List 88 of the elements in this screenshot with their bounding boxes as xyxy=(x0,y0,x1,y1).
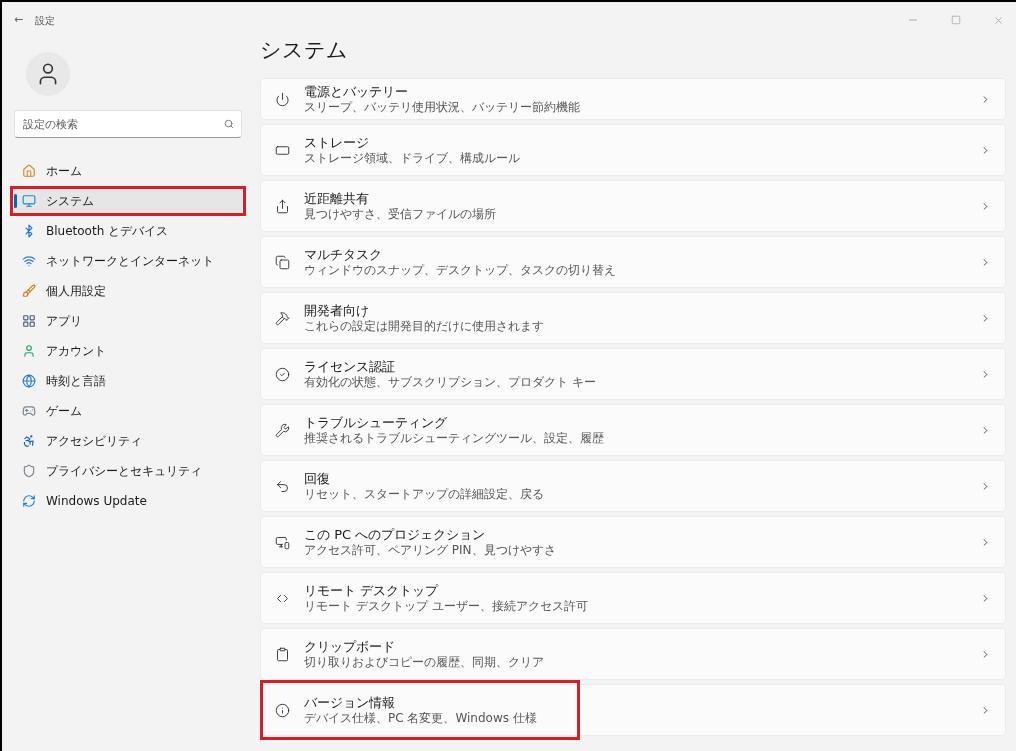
sidebar-label: 個人用設定 xyxy=(46,283,106,300)
sidebar-label: Windows Update xyxy=(46,493,147,510)
page-title: システム xyxy=(260,38,349,64)
tools-icon xyxy=(275,310,290,326)
sidebar-label: アプリ xyxy=(46,313,82,330)
sidebar-label: アクセシビリティ xyxy=(46,433,142,450)
sidebar-item[interactable]: アプリ xyxy=(14,308,242,334)
search-icon xyxy=(224,119,234,129)
sidebar-label: アカウント xyxy=(46,343,106,360)
setting-title: この PC へのプロジェクション xyxy=(304,526,487,543)
recovery-icon xyxy=(275,478,290,494)
sidebar-item[interactable]: 個人用設定 xyxy=(14,278,242,304)
sidebar-label: Bluetooth とデバイス xyxy=(46,223,169,240)
setting-title: 開発者向け xyxy=(304,302,370,319)
sidebar-label: プライバシーとセキュリティ xyxy=(46,463,202,480)
setting-title: クリップボード xyxy=(304,638,396,655)
settings-card[interactable]: 近距離共有 見つけやすさ、受信ファイルの場所 xyxy=(260,180,1006,232)
sidebar-label: ゲーム xyxy=(46,403,82,420)
globe-icon xyxy=(22,374,36,388)
shield-icon xyxy=(22,464,36,478)
projection-icon xyxy=(275,534,290,550)
power-icon xyxy=(275,91,290,107)
setting-title: マルチタスク xyxy=(304,246,383,263)
brush-icon xyxy=(22,284,36,298)
settings-card[interactable]: この PC へのプロジェクション アクセス許可、ペアリング PIN、見つけやすさ xyxy=(260,516,1006,568)
sidebar-item[interactable]: ネットワークとインターネット xyxy=(14,248,242,274)
settings-card[interactable]: トラブルシューティング 推奨されるトラブルシューティングツール、設定、履歴 xyxy=(260,404,1006,456)
setting-description: デバイス仕様、PC 名変更、Windows 仕様 xyxy=(304,710,538,726)
sidebar-label: 時刻と言語 xyxy=(46,373,106,390)
setting-description: 有効化の状態、サブスクリプション、プロダクト キー xyxy=(304,374,597,390)
sidebar-item[interactable]: 時刻と言語 xyxy=(14,368,242,394)
home-icon xyxy=(22,164,36,178)
wifi-icon xyxy=(22,254,36,268)
selection-bar xyxy=(14,194,17,208)
setting-description: リモート デスクトップ ユーザー、接続アクセス許可 xyxy=(304,598,589,614)
check-circle-icon xyxy=(275,366,290,382)
windows-icon xyxy=(275,254,290,270)
setting-description: スリープ、バッテリ使用状況、バッテリー節約機能 xyxy=(304,99,581,115)
setting-description: ウィンドウのスナップ、デスクトップ、タスクの切り替え xyxy=(304,262,617,278)
gamepad-icon xyxy=(22,404,36,418)
update-icon xyxy=(22,494,36,508)
settings-card[interactable]: クリップボード 切り取りおよびコピーの履歴、同期、クリア xyxy=(260,628,1006,680)
settings-card[interactable]: ライセンス認証 有効化の状態、サブスクリプション、プロダクト キー xyxy=(260,348,1006,400)
close-icon[interactable] xyxy=(993,14,1004,26)
apps-icon xyxy=(22,314,36,328)
setting-title: ライセンス認証 xyxy=(304,358,396,375)
setting-description: これらの設定は開発目的だけに使用されます xyxy=(304,318,545,334)
accessibility-icon xyxy=(22,434,36,448)
setting-title: リモート デスクトップ xyxy=(304,582,440,599)
settings-card[interactable]: マルチタスク ウィンドウのスナップ、デスクトップ、タスクの切り替え xyxy=(260,236,1006,288)
sidebar-label: システム xyxy=(46,193,94,210)
back-button[interactable]: ← xyxy=(14,11,24,29)
setting-description: ストレージ領域、ドライブ、構成ルール xyxy=(304,150,521,166)
sidebar-item[interactable]: アクセシビリティ xyxy=(14,428,242,454)
sidebar-item[interactable]: Windows Update xyxy=(14,488,242,514)
setting-title: 電源とバッテリー xyxy=(304,83,409,100)
setting-title: 回復 xyxy=(304,470,331,487)
setting-title: ストレージ xyxy=(304,134,370,151)
setting-description: 見つけやすさ、受信ファイルの場所 xyxy=(304,206,497,222)
sidebar-item[interactable]: プライバシーとセキュリティ xyxy=(14,458,242,484)
maximize-icon[interactable] xyxy=(951,15,961,25)
setting-title: 近距離共有 xyxy=(304,190,370,207)
search-field[interactable]: 設定の検索 xyxy=(14,110,242,138)
sidebar-item[interactable]: アカウント xyxy=(14,338,242,364)
sidebar-label: ネットワークとインターネット xyxy=(46,253,214,270)
clipboard-icon xyxy=(275,646,290,662)
share-icon xyxy=(275,198,290,214)
sidebar-item[interactable]: ゲーム xyxy=(14,398,242,424)
setting-title: トラブルシューティング xyxy=(304,414,448,431)
avatar[interactable] xyxy=(26,52,70,96)
settings-card[interactable]: 回復 リセット、スタートアップの詳細設定、戻る xyxy=(260,460,1006,512)
monitor-icon xyxy=(22,194,36,208)
settings-card[interactable]: リモート デスクトップ リモート デスクトップ ユーザー、接続アクセス許可 xyxy=(260,572,1006,624)
setting-description: 推奨されるトラブルシューティングツール、設定、履歴 xyxy=(304,430,605,446)
wrench-icon xyxy=(275,422,290,438)
sidebar-label: ホーム xyxy=(46,163,82,180)
settings-card[interactable]: 電源とバッテリー スリープ、バッテリ使用状況、バッテリー節約機能 xyxy=(260,78,1006,120)
sidebar-item[interactable]: Bluetooth とデバイス xyxy=(14,218,242,244)
sidebar-item[interactable]: ホーム xyxy=(14,158,242,184)
setting-title: バージョン情報 xyxy=(304,694,396,711)
setting-description: 切り取りおよびコピーの履歴、同期、クリア xyxy=(304,654,545,670)
settings-card[interactable]: ストレージ ストレージ領域、ドライブ、構成ルール xyxy=(260,124,1006,176)
settings-card[interactable]: 開発者向け これらの設定は開発目的だけに使用されます xyxy=(260,292,1006,344)
info-icon xyxy=(275,702,290,718)
person-icon xyxy=(22,344,36,358)
setting-description: リセット、スタートアップの詳細設定、戻る xyxy=(304,486,545,502)
setting-description: アクセス許可、ペアリング PIN、見つけやすさ xyxy=(304,542,557,558)
window-title: 設定 xyxy=(35,13,56,28)
